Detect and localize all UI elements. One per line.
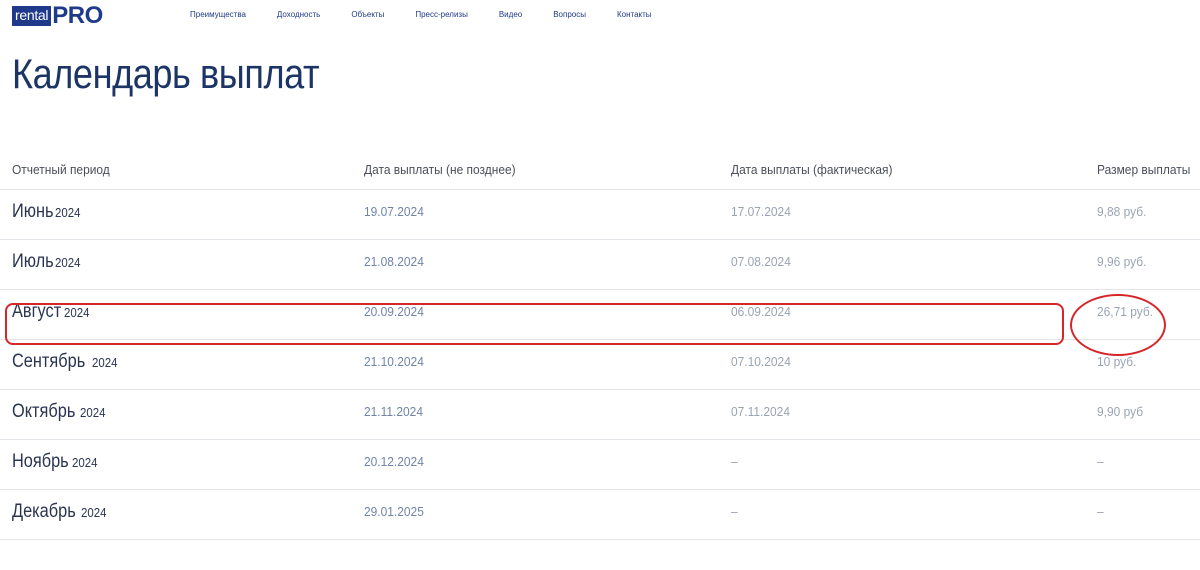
- table-row: Сентябрь 2024 21.10.2024 07.10.2024 10 р…: [0, 339, 1200, 389]
- period-year: 2024: [72, 455, 98, 470]
- payment-calendar-table: Отчетный период Дата выплаты (не позднее…: [0, 152, 1200, 540]
- nav-item-questions[interactable]: Вопросы: [553, 10, 586, 19]
- period-year: 2024: [63, 305, 90, 320]
- amount-cell: –: [1097, 504, 1104, 519]
- period-cell: Июль 2024: [12, 251, 84, 273]
- actual-date-cell: –: [731, 454, 738, 469]
- column-header-amount: Размер выплаты: [1097, 162, 1191, 177]
- nav-item-advantages[interactable]: Преимущества: [190, 10, 246, 19]
- period-cell: Декабрь 2024: [12, 501, 109, 523]
- actual-date-cell: 06.09.2024: [731, 304, 791, 319]
- period-year: 2024: [80, 505, 106, 520]
- table-row: Июнь 2024 19.07.2024 17.07.2024 9,88 руб…: [0, 189, 1200, 239]
- nav-item-yield[interactable]: Доходность: [277, 10, 320, 19]
- period-cell: Июнь 2024: [12, 201, 84, 223]
- table-row: Август 2024 20.09.2024 06.09.2024 26,71 …: [0, 289, 1200, 339]
- logo-rental-text: rental: [12, 6, 52, 26]
- due-date-cell: 29.01.2025: [364, 504, 424, 519]
- amount-cell: –: [1097, 454, 1104, 469]
- due-date-cell: 20.09.2024: [364, 304, 424, 319]
- period-cell: Октябрь 2024: [12, 401, 109, 423]
- amount-cell: 9,90 руб: [1097, 404, 1144, 419]
- due-date-cell: 21.10.2024: [364, 354, 424, 369]
- period-cell: Август 2024: [12, 301, 93, 323]
- due-date-cell: 19.07.2024: [364, 204, 424, 219]
- nav-item-video[interactable]: Видео: [499, 10, 522, 19]
- period-cell: Сентябрь 2024: [12, 351, 121, 373]
- period-month: Октябрь: [12, 401, 76, 422]
- period-year: 2024: [54, 255, 81, 270]
- table-header: Отчетный период Дата выплаты (не позднее…: [0, 152, 1200, 189]
- due-date-cell: 20.12.2024: [364, 454, 424, 469]
- due-date-cell: 21.11.2024: [364, 404, 423, 419]
- column-header-period: Отчетный период: [12, 162, 110, 177]
- actual-date-cell: –: [731, 504, 738, 519]
- period-month: Декабрь: [12, 501, 76, 522]
- nav-item-objects[interactable]: Объекты: [351, 10, 384, 19]
- logo-pro-text: PRO: [52, 2, 103, 29]
- period-month: Июнь: [12, 201, 54, 222]
- period-year: 2024: [91, 355, 118, 370]
- period-year: 2024: [80, 405, 106, 420]
- main-nav: Преимущества Доходность Объекты Пресс-ре…: [190, 10, 683, 19]
- amount-cell: 9,88 руб.: [1097, 204, 1147, 219]
- period-month: Ноябрь: [12, 451, 69, 472]
- page-title: Календарь выплат: [12, 50, 320, 97]
- nav-item-press-releases[interactable]: Пресс-релизы: [415, 10, 468, 19]
- site-header: rental PRO Преимущества Доходность Объек…: [0, 0, 1200, 34]
- column-header-actual-date: Дата выплаты (фактическая): [731, 162, 893, 177]
- actual-date-cell: 07.10.2024: [731, 354, 791, 369]
- amount-cell: 9,96 руб.: [1097, 254, 1147, 269]
- table-row: Ноябрь 2024 20.12.2024 – –: [0, 439, 1200, 489]
- amount-cell: 26,71 руб.: [1097, 304, 1154, 319]
- table-row: Июль 2024 21.08.2024 07.08.2024 9,96 руб…: [0, 239, 1200, 289]
- table-row: Октябрь 2024 21.11.2024 07.11.2024 9,90 …: [0, 389, 1200, 439]
- table-row: Декабрь 2024 29.01.2025 – –: [0, 489, 1200, 540]
- actual-date-cell: 07.11.2024: [731, 404, 790, 419]
- period-year: 2024: [54, 205, 81, 220]
- period-month: Август: [12, 301, 62, 322]
- period-cell: Ноябрь 2024: [12, 451, 101, 473]
- period-month: Сентябрь: [12, 351, 86, 372]
- rentalpro-logo[interactable]: rental PRO: [12, 2, 103, 29]
- amount-cell: 10 руб.: [1097, 354, 1137, 369]
- column-header-due-date: Дата выплаты (не позднее): [364, 162, 516, 177]
- nav-item-contacts[interactable]: Контакты: [617, 10, 652, 19]
- actual-date-cell: 17.07.2024: [731, 204, 791, 219]
- due-date-cell: 21.08.2024: [364, 254, 424, 269]
- period-month: Июль: [12, 251, 54, 272]
- actual-date-cell: 07.08.2024: [731, 254, 791, 269]
